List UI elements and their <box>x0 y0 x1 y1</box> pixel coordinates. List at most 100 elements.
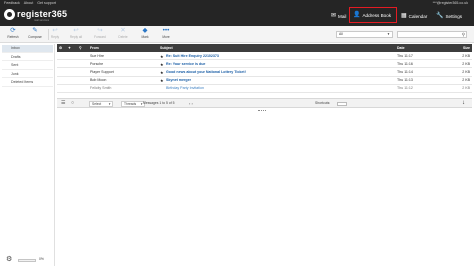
logo-mark-icon <box>4 9 15 20</box>
flag-column-icon[interactable]: ✦ <box>68 44 76 52</box>
message-subject: Skynet merger <box>166 78 191 83</box>
person-icon: 👤 <box>353 12 361 18</box>
about-link[interactable]: About <box>24 1 33 5</box>
forward-icon: ↪ <box>97 27 103 34</box>
select-dropdown-label: Select <box>92 102 102 106</box>
tab-settings[interactable]: 🔧 Settings <box>436 9 462 23</box>
message-date: Thu 11:13 <box>397 78 413 83</box>
tab-mail-label: Mail <box>338 13 347 19</box>
column-header-size[interactable]: Size <box>455 44 470 52</box>
star-icon[interactable]: ★ <box>160 77 164 84</box>
pager-arrows-icon[interactable]: ‹ › <box>189 101 193 106</box>
star-icon[interactable]: ★ <box>160 69 164 76</box>
folder-label: Junk <box>11 71 19 76</box>
message-count: Messages 1 to 5 of 5 <box>143 101 175 105</box>
refresh-icon: ⟳ <box>10 27 16 34</box>
star-icon[interactable]: ★ <box>160 53 164 60</box>
message-date: Thu 11:16 <box>397 61 413 66</box>
reply-label: Reply <box>50 35 60 39</box>
tab-settings-label: Settings <box>445 13 463 19</box>
tag-icon: ◆ <box>142 27 148 34</box>
folder-label: Deleted Items <box>11 80 34 85</box>
message-row[interactable]: Felicity Smith Birthday Party Invitation… <box>57 85 472 93</box>
envelope-icon: ✉ <box>331 13 337 19</box>
message-from: Sue Hire <box>90 53 104 58</box>
keyboard-icon[interactable] <box>337 101 347 106</box>
tab-address-book[interactable]: 👤 Address Book <box>349 7 397 23</box>
folder-sent[interactable]: Sent <box>2 62 53 70</box>
delete-button[interactable]: ✕ Delete <box>112 27 134 42</box>
get-support-link[interactable]: Get support <box>37 1 56 5</box>
message-from: Felicity Smith <box>90 86 112 91</box>
folder-deleted-items[interactable]: Deleted Items <box>2 79 53 87</box>
threads-toggle-icon[interactable]: ○ <box>71 100 74 107</box>
tab-mail[interactable]: ✉ Mail <box>331 9 346 23</box>
message-subject: Birthday Party Invitation <box>166 86 204 91</box>
shortcuts-label: Shortcuts: <box>315 101 331 105</box>
more-icon: ••• <box>162 27 170 34</box>
arrow-down-icon[interactable]: ↓ <box>462 100 465 107</box>
message-row[interactable]: Player Support ★ Good news about your Na… <box>57 69 472 77</box>
user-email: ***@register365.co.uk <box>432 1 468 5</box>
feedback-link[interactable]: Feedback <box>4 1 20 5</box>
message-from: Player Support <box>90 70 114 74</box>
message-subject: Re: Your service is due <box>166 61 206 66</box>
message-size: 2 KB <box>462 86 470 91</box>
tab-calendar[interactable]: ▦ Calendar <box>401 9 427 23</box>
logo-subtitle: mail services <box>34 19 49 22</box>
quota-text: 0% <box>39 257 44 261</box>
forward-button[interactable]: ↪ Forward <box>89 27 111 42</box>
filter-value: All <box>339 32 343 36</box>
more-label: More <box>162 35 170 39</box>
message-size: 2 KB <box>462 61 470 66</box>
message-row[interactable]: Porsche ★ Re: Your service is due Thu 11… <box>57 61 472 69</box>
gear-icon[interactable]: ⚙ <box>6 256 12 263</box>
list-options-icon[interactable]: ☰ <box>61 100 65 107</box>
more-button[interactable]: ••• More <box>155 27 177 42</box>
attachment-column-icon[interactable]: ⚲ <box>79 44 87 52</box>
select-column-icon[interactable]: ⚙ <box>59 44 67 52</box>
message-size: 2 KB <box>462 70 470 74</box>
folder-junk[interactable]: Junk <box>2 71 53 79</box>
refresh-button[interactable]: ⟳ Refresh <box>2 27 24 42</box>
filter-select[interactable]: All ▼ <box>336 31 393 38</box>
message-list-header: ⚙ ✦ ⚲ From Subject Date Size <box>57 44 472 52</box>
compose-label: Compose <box>28 35 42 39</box>
threads-dropdown-label: Threads <box>124 102 137 106</box>
list-footer: ☰ ○ Select ▼ Threads ▼ Messages 1 to 5 o… <box>57 98 472 108</box>
reply-button[interactable]: ↩ Reply <box>44 27 66 42</box>
star-icon[interactable]: ★ <box>160 61 164 68</box>
threads-dropdown[interactable]: Threads ▼ <box>121 101 145 107</box>
sidebar-footer: ⚙ 0% <box>0 254 55 266</box>
reply-all-label: Reply all <box>69 35 83 39</box>
message-subject: Good news about your National Lottery Ti… <box>166 70 246 74</box>
wrench-icon: 🔧 <box>436 13 444 19</box>
message-from: Bob Moon <box>90 78 107 83</box>
preview-pane <box>57 113 472 266</box>
compose-icon: ✎ <box>32 27 38 34</box>
compose-button[interactable]: ✎ Compose <box>24 27 46 42</box>
message-row[interactable]: Sue Hire ★ Re: Suit Hire Enquiry 2210237… <box>57 53 472 61</box>
message-from: Porsche <box>90 61 104 66</box>
folder-drafts[interactable]: Drafts <box>2 54 53 62</box>
reply-icon: ↩ <box>52 27 58 34</box>
mark-button[interactable]: ◆ Mark <box>134 27 156 42</box>
search-icon[interactable]: ⚲ <box>462 32 465 37</box>
search-input[interactable]: ⚲ <box>397 31 467 38</box>
refresh-label: Refresh <box>7 35 19 39</box>
message-row[interactable]: Bob Moon ★ Skynet merger Thu 11:13 2 KB <box>57 77 472 85</box>
chevron-down-icon: ▼ <box>387 32 390 36</box>
column-header-subject[interactable]: Subject <box>160 44 390 52</box>
mark-label: Mark <box>141 35 149 39</box>
column-header-from[interactable]: From <box>90 44 154 52</box>
column-header-date[interactable]: Date <box>397 44 447 52</box>
logo-text: register365 <box>17 9 68 19</box>
select-dropdown[interactable]: Select ▼ <box>89 101 113 107</box>
message-size: 2 KB <box>462 53 470 58</box>
pane-splitter[interactable] <box>258 110 266 112</box>
folder-inbox[interactable]: Inbox <box>2 45 53 53</box>
chevron-down-icon: ▼ <box>108 102 111 106</box>
reply-all-button[interactable]: ↩ Reply all <box>65 27 87 42</box>
message-subject: Re: Suit Hire Enquiry 22102373 <box>166 53 219 58</box>
tab-calendar-label: Calendar <box>408 13 428 19</box>
